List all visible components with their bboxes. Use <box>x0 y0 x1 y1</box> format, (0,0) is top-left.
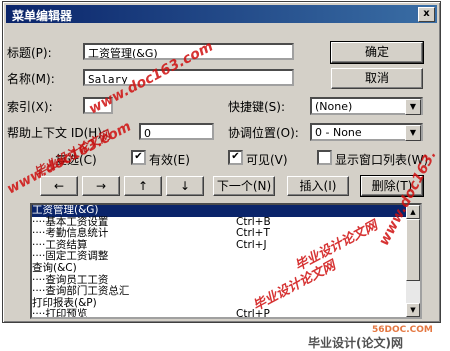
menu-item-caption: ····基本工资设置 <box>32 215 109 228</box>
help-context-field[interactable]: 0 <box>139 123 214 140</box>
menu-item-caption: 打印报表(&P) <box>32 296 97 309</box>
menu-item-row[interactable]: 打印报表(&P) <box>32 296 420 310</box>
menu-item-caption: 工资管理(&G) <box>32 204 99 216</box>
menu-item-caption: ····查询部门工资总汇 <box>32 285 130 298</box>
menu-item-caption: ····考勤信息统计 <box>32 227 109 240</box>
close-button[interactable]: x <box>418 7 435 22</box>
name-label: 名称(M): <box>7 72 55 86</box>
scroll-thumb[interactable] <box>406 219 420 281</box>
window-list-checkbox[interactable] <box>317 150 332 165</box>
menu-item-caption: ····查询员工工资 <box>32 273 109 286</box>
arrow-right-icon: → <box>95 179 107 193</box>
menu-item-row[interactable]: ····固定工资调整 <box>32 251 420 263</box>
menu-item-caption: ····打印预览 <box>32 308 88 319</box>
ok-button[interactable]: 确定 <box>330 41 424 64</box>
enabled-label: 有效(E) <box>149 153 190 167</box>
title-bar[interactable]: 菜单编辑器 x <box>6 5 437 23</box>
caption-label: 标题(P): <box>7 46 52 60</box>
window-title: 菜单编辑器 <box>12 9 73 23</box>
menu-item-shortcut: Ctrl+J <box>236 238 267 251</box>
shortcut-select[interactable]: (None) ▼ <box>310 97 423 115</box>
move-right-button[interactable]: → <box>82 176 120 196</box>
insert-button[interactable]: 插入(I) <box>287 176 349 196</box>
move-down-button[interactable]: ↓ <box>166 176 204 196</box>
arrow-left-icon: ← <box>53 179 65 193</box>
cancel-button[interactable]: 取消 <box>331 68 423 89</box>
menu-item-caption: ····固定工资调整 <box>32 250 109 263</box>
visible-checkbox[interactable]: ✔ <box>228 150 243 165</box>
name-field[interactable]: Salary <box>83 69 294 86</box>
scroll-down-icon[interactable]: ▼ <box>406 303 420 317</box>
enabled-checkbox[interactable]: ✔ <box>131 150 146 165</box>
index-label: 索引(X): <box>7 100 53 114</box>
watermark-logo-text: 毕业设计(论文)网 <box>308 336 403 350</box>
chevron-down-icon[interactable]: ▼ <box>405 125 421 141</box>
negotiate-value: 0 - None <box>315 126 362 139</box>
negotiate-select[interactable]: 0 - None ▼ <box>310 123 423 141</box>
arrow-up-icon: ↑ <box>137 179 149 193</box>
window-list-label: 显示窗口列表(W) <box>335 153 429 167</box>
negotiate-label: 协调位置(O): <box>228 126 299 140</box>
arrow-down-icon: ↓ <box>179 179 191 193</box>
vertical-scrollbar[interactable]: ▲ ▼ <box>406 205 420 317</box>
move-up-button[interactable]: ↑ <box>124 176 162 196</box>
menu-item-row[interactable]: ····打印预览 Ctrl+P <box>32 308 420 319</box>
visible-label: 可见(V) <box>246 153 288 167</box>
menu-item-caption: ····工资结算 <box>32 238 88 251</box>
shortcut-value: (None) <box>315 100 353 113</box>
shortcut-label: 快捷键(S): <box>228 100 286 114</box>
next-button[interactable]: 下一个(N) <box>213 176 275 196</box>
menu-item-shortcut: Ctrl+P <box>236 308 270 319</box>
chevron-down-icon[interactable]: ▼ <box>405 99 421 115</box>
menu-item-caption: 查询(&C) <box>32 261 77 274</box>
